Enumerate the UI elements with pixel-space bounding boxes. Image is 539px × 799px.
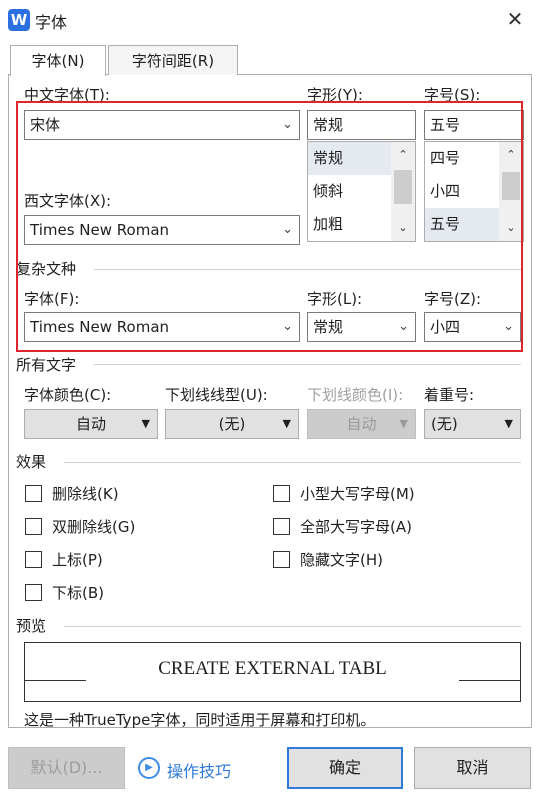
complex-script-header: 复杂文种 xyxy=(16,260,77,278)
tips-link[interactable]: 操作技巧 xyxy=(167,758,231,782)
complex-font-value: Times New Roman xyxy=(30,318,170,336)
superscript-label[interactable]: 上标(P) xyxy=(52,549,103,570)
ok-button[interactable]: 确定 xyxy=(287,747,403,789)
list-item[interactable]: 加粗 xyxy=(308,208,391,241)
divider xyxy=(94,269,521,270)
divider xyxy=(94,364,521,365)
chevron-down-icon: ⌄ xyxy=(282,222,293,237)
complex-size-label: 字号(Z): xyxy=(424,290,482,308)
emphasis-label: 着重号: xyxy=(424,386,475,404)
scroll-thumb[interactable] xyxy=(394,170,412,204)
dropdown-arrow-icon: ▼ xyxy=(504,417,513,430)
subscript-label[interactable]: 下标(B) xyxy=(52,582,104,603)
hidden-text-label[interactable]: 隐藏文字(H) xyxy=(300,549,383,570)
size-input[interactable]: 五号 xyxy=(424,110,524,140)
all-caps-checkbox[interactable] xyxy=(273,518,290,535)
play-circle-icon[interactable]: ▶ xyxy=(138,757,160,779)
scroll-down-icon[interactable]: ⌄ xyxy=(499,219,523,237)
window-title: 字体 xyxy=(35,13,68,32)
underline-type-value: (无) xyxy=(218,415,246,433)
title-bar xyxy=(0,0,539,40)
dropdown-arrow-icon: ▼ xyxy=(399,417,408,430)
style-listbox[interactable]: 常规 倾斜 加粗 ⌃ ⌄ xyxy=(307,141,416,242)
close-icon[interactable]: ✕ xyxy=(500,4,530,34)
subscript-checkbox[interactable] xyxy=(25,584,42,601)
complex-style-value: 常规 xyxy=(313,318,344,336)
baseline-marker xyxy=(24,680,86,681)
size-listbox[interactable]: 四号 小四 五号 ⌃ ⌄ xyxy=(424,141,524,242)
scroll-up-icon[interactable]: ⌃ xyxy=(391,146,415,164)
style-scrollbar[interactable]: ⌃ ⌄ xyxy=(391,142,415,241)
style-input[interactable]: 常规 xyxy=(307,110,416,140)
list-item[interactable]: 倾斜 xyxy=(308,175,391,208)
small-caps-checkbox[interactable] xyxy=(273,485,290,502)
list-item[interactable]: 小四 xyxy=(425,175,499,208)
chevron-down-icon: ⌄ xyxy=(282,117,293,132)
complex-font-label: 字体(F): xyxy=(24,290,80,308)
baseline-marker xyxy=(459,680,521,681)
cancel-button[interactable]: 取消 xyxy=(414,747,531,789)
double-strikethrough-label[interactable]: 双删除线(G) xyxy=(52,516,135,537)
western-font-label: 西文字体(X): xyxy=(24,192,112,210)
size-scrollbar[interactable]: ⌃ ⌄ xyxy=(499,142,523,241)
tab-character-spacing[interactable]: 字符间距(R) xyxy=(108,45,238,75)
strikethrough-checkbox[interactable] xyxy=(25,485,42,502)
underline-type-label: 下划线线型(U): xyxy=(165,386,268,404)
font-type-note: 这是一种TrueType字体，同时适用于屏幕和打印机。 xyxy=(24,711,376,729)
dropdown-arrow-icon: ▼ xyxy=(141,417,150,430)
western-font-value: Times New Roman xyxy=(30,221,170,239)
underline-color-label: 下划线颜色(I): xyxy=(307,386,404,404)
font-color-dropdown[interactable]: 自动 ▼ xyxy=(24,409,158,439)
chevron-down-icon: ⌄ xyxy=(282,319,293,334)
chinese-font-select[interactable]: 宋体 ⌄ xyxy=(24,110,300,140)
all-text-header: 所有文字 xyxy=(16,356,77,374)
small-caps-label[interactable]: 小型大写字母(M) xyxy=(300,483,415,504)
complex-size-select[interactable]: 小四 ⌄ xyxy=(424,312,521,342)
list-item[interactable]: 四号 xyxy=(425,142,499,175)
default-button[interactable]: 默认(D)... xyxy=(8,747,125,789)
complex-size-value: 小四 xyxy=(430,318,461,336)
font-color-label: 字体颜色(C): xyxy=(24,386,112,404)
western-font-select[interactable]: Times New Roman ⌄ xyxy=(24,215,300,245)
complex-font-select[interactable]: Times New Roman ⌄ xyxy=(24,312,300,342)
chevron-down-icon: ⌄ xyxy=(398,319,409,334)
scroll-thumb[interactable] xyxy=(502,172,520,200)
tab-font[interactable]: 字体(N) xyxy=(10,45,106,76)
divider xyxy=(64,462,521,463)
style-label: 字形(Y): xyxy=(307,86,363,104)
underline-type-dropdown[interactable]: (无) ▼ xyxy=(165,409,299,439)
list-item[interactable]: 常规 xyxy=(308,142,391,175)
strikethrough-label[interactable]: 删除线(K) xyxy=(52,483,119,504)
dropdown-arrow-icon: ▼ xyxy=(282,417,291,430)
font-color-value: 自动 xyxy=(75,415,106,433)
preview-header: 预览 xyxy=(16,617,47,635)
hidden-text-checkbox[interactable] xyxy=(273,551,290,568)
scroll-down-icon[interactable]: ⌄ xyxy=(391,219,415,237)
list-item[interactable]: 五号 xyxy=(425,208,499,241)
chinese-font-value: 宋体 xyxy=(30,116,61,134)
scroll-up-icon[interactable]: ⌃ xyxy=(499,146,523,164)
underline-color-dropdown[interactable]: 自动 ▼ xyxy=(307,409,416,439)
complex-style-select[interactable]: 常规 ⌄ xyxy=(307,312,416,342)
effects-header: 效果 xyxy=(16,453,47,471)
underline-color-value: 自动 xyxy=(346,415,377,433)
divider xyxy=(64,626,521,627)
wps-app-icon: W xyxy=(8,9,30,31)
size-label: 字号(S): xyxy=(424,86,481,104)
complex-style-label: 字形(L): xyxy=(307,290,363,308)
all-caps-label[interactable]: 全部大写字母(A) xyxy=(300,516,412,537)
emphasis-value: (无) xyxy=(431,415,458,433)
preview-sample-text: CREATE EXTERNAL TABL xyxy=(158,658,387,679)
emphasis-dropdown[interactable]: (无) ▼ xyxy=(424,409,521,439)
chevron-down-icon: ⌄ xyxy=(503,319,514,334)
double-strikethrough-checkbox[interactable] xyxy=(25,518,42,535)
chinese-font-label: 中文字体(T): xyxy=(24,86,110,104)
superscript-checkbox[interactable] xyxy=(25,551,42,568)
